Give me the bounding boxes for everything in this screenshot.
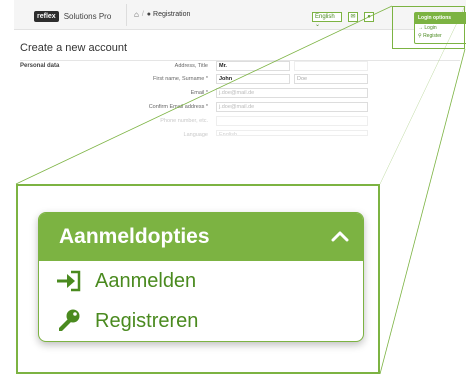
register-menu-item[interactable]: Registreren [39,301,363,341]
register-menu-label: Registreren [95,309,199,332]
phone-label: Phone number, etc. [160,118,208,124]
language-label: Language [183,132,208,138]
login-arrow-icon [55,268,83,294]
section-label: Personal data [20,63,60,69]
key-icon [55,308,83,334]
confirm-email-label: Confirm Email address * [148,104,208,110]
page-title: Create a new account [20,42,128,54]
user-icon[interactable]: ● [364,12,374,22]
breadcrumb-current: Registration [153,11,191,18]
language-select[interactable]: English ⌄ [312,12,342,28]
surname-field[interactable]: Doe [294,74,368,84]
breadcrumb: ⌂ / ● Registration [134,10,190,19]
address-title-select[interactable]: Mr. [216,61,290,71]
chevron-down-icon: ⌄ [315,22,321,28]
breadcrumb-separator: / [141,11,144,18]
home-icon[interactable]: ⌂ [134,10,139,19]
logo-badge: reflex [34,10,59,22]
confirm-email-field[interactable]: j.doe@mail.de [216,102,368,112]
zoom-frame: Aanmeldopties Aanmelden Registreren [16,184,380,374]
title-select[interactable] [294,61,368,71]
chevron-up-icon[interactable] [331,229,349,243]
name-label: First name, Surname * [152,76,208,82]
mail-icon[interactable]: ✉ [348,12,358,22]
login-options-header[interactable]: Aanmeldopties [39,213,363,261]
divider [126,4,127,26]
person-icon: ● [146,11,152,18]
first-name-field[interactable]: John [216,74,290,84]
login-options-title: Aanmeldopties [59,225,210,248]
login-options-dropdown: Aanmeldopties Aanmelden Registreren [38,212,364,342]
app-logo[interactable]: reflex Solutions Pro [34,9,130,23]
email-field[interactable]: j.doe@mail.de [216,88,368,98]
email-label: Email * [190,90,208,96]
language-field[interactable]: English [216,130,368,136]
address-title-label: Address, Title [174,63,208,69]
language-select-value: English [315,14,335,20]
phone-field[interactable] [216,116,368,126]
highlight-frame [392,6,465,49]
logo-text: Solutions Pro [63,11,112,21]
login-menu-item[interactable]: Aanmelden [39,261,363,301]
login-menu-label: Aanmelden [95,269,197,292]
